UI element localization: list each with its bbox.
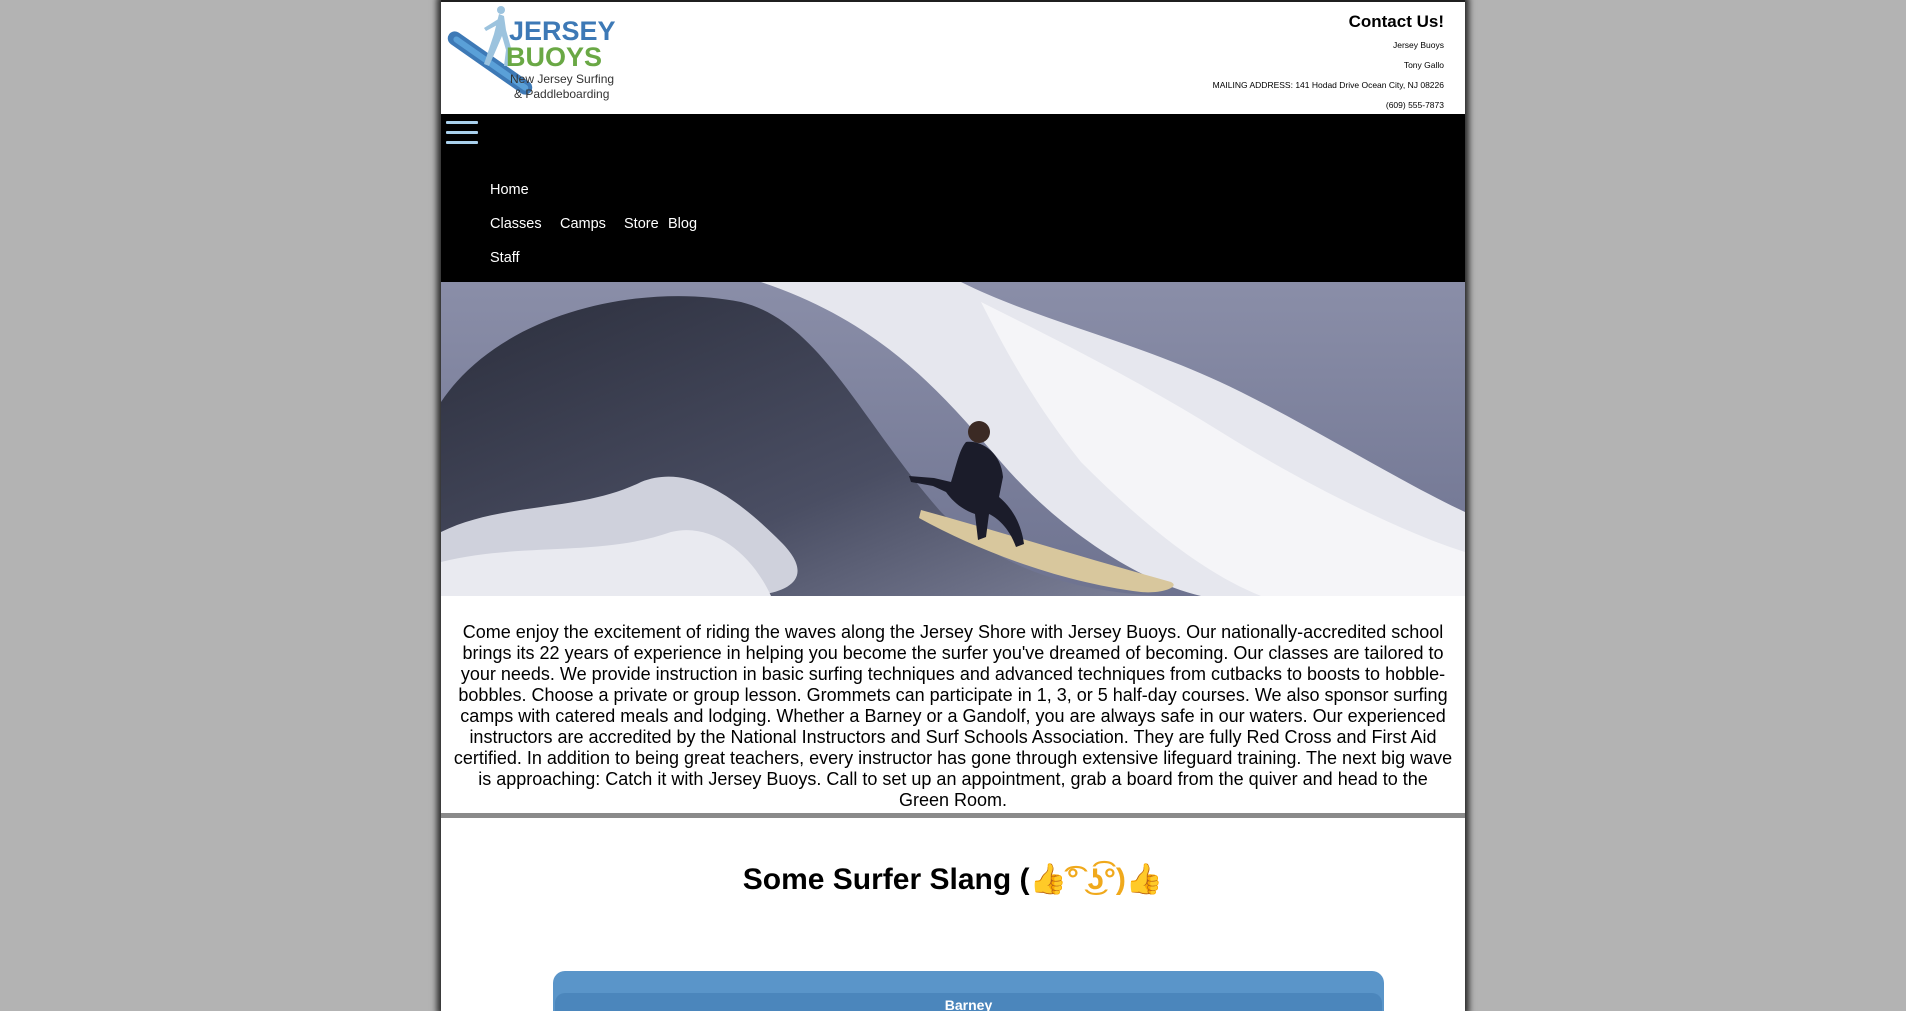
logo-text-buoys: BUOYS	[506, 42, 602, 72]
main-navigation: Home Classes Camps Store Blog Staff	[441, 114, 1465, 282]
slang-heading-text: Some Surfer Slang (	[742, 863, 1030, 896]
intro-paragraph: Come enjoy the excitement of riding the …	[441, 596, 1465, 818]
hamburger-menu-icon[interactable]	[446, 121, 478, 151]
nav-item-staff[interactable]: Staff	[490, 250, 520, 266]
nav-item-classes[interactable]: Classes	[490, 216, 542, 232]
nav-item-store[interactable]: Store	[624, 216, 659, 232]
hero-image	[441, 282, 1465, 596]
slang-accordion: Barney	[553, 971, 1384, 1011]
contact-business: Jersey Buoys	[1392, 40, 1444, 50]
contact-title: Contact Us!	[1348, 12, 1444, 31]
nav-item-camps[interactable]: Camps	[560, 216, 606, 232]
contact-block: Contact Us! Jersey Buoys Tony Gallo MAIL…	[1213, 12, 1444, 121]
nav-item-home[interactable]: Home	[490, 182, 529, 198]
contact-phone[interactable]: (609) 555-7873	[1213, 101, 1444, 110]
contact-owner: Tony Gallo	[1403, 60, 1444, 70]
nav-item-blog[interactable]: Blog	[668, 216, 697, 232]
surfer-slang-section: Some Surfer Slang (👍͡° ͜ʖ͡°)👍	[441, 862, 1465, 897]
accordion-item-barney[interactable]: Barney	[555, 993, 1382, 1011]
logo-text-tagline-2: & Paddleboarding	[514, 87, 609, 101]
slang-heading: Some Surfer Slang (👍͡° ͜ʖ͡°)👍	[441, 862, 1465, 897]
thumbs-up-lenny-face-icon: 👍͡° ͜ʖ͡°)👍	[1029, 863, 1164, 896]
site-header: JERSEY BUOYS New Jersey Surfing & Paddle…	[441, 2, 1465, 114]
contact-address: MAILING ADDRESS: 141 Hodad Drive Ocean C…	[1212, 80, 1444, 90]
logo-text-tagline-1: New Jersey Surfing	[510, 72, 614, 86]
jersey-buoys-logo[interactable]: JERSEY BUOYS New Jersey Surfing & Paddle…	[444, 4, 644, 106]
page-container: JERSEY BUOYS New Jersey Surfing & Paddle…	[441, 0, 1465, 1011]
surfer-riding-wave-photo	[441, 282, 1465, 596]
